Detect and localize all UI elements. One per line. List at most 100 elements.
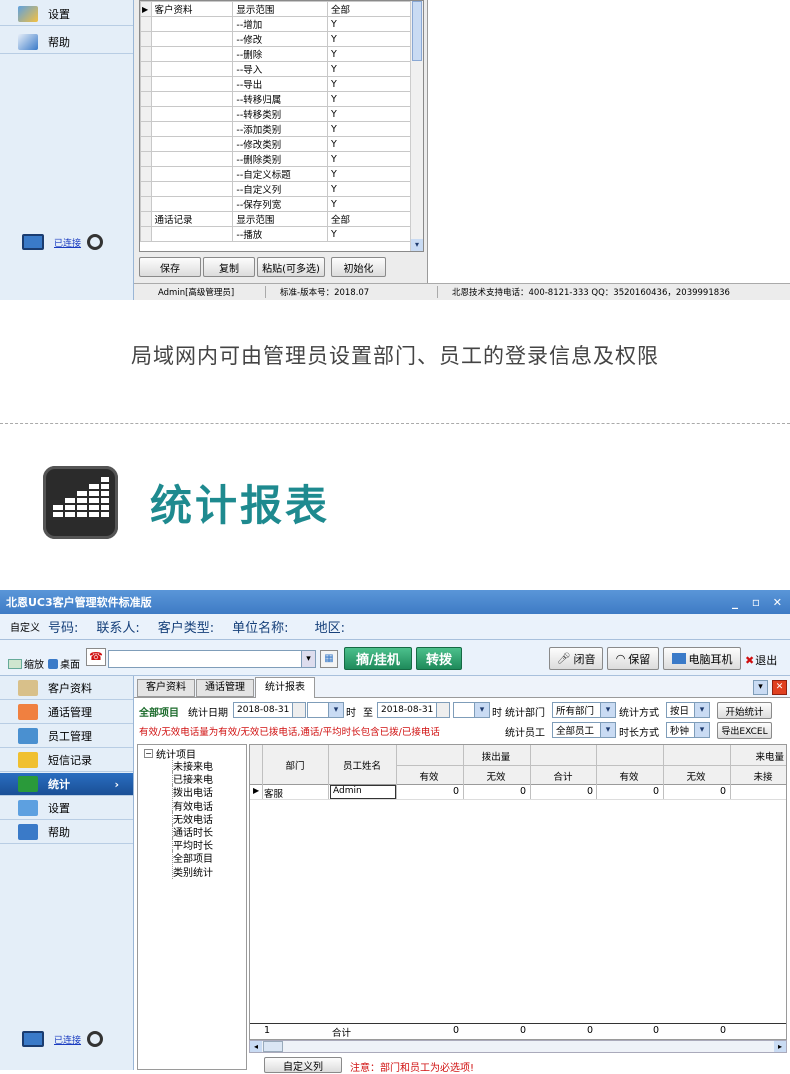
col-sub-header[interactable]: 无效: [663, 769, 729, 783]
tab-close-icon[interactable]: ✕: [772, 680, 787, 695]
sidebar-item-5[interactable]: 设置: [0, 797, 133, 820]
custom-column-button[interactable]: 自定义列: [264, 1057, 342, 1073]
field-phone[interactable]: 号码:: [48, 617, 78, 636]
grid-row[interactable]: 通话记录 显示范围 全部: [140, 211, 413, 227]
hour-to-select[interactable]: [453, 702, 490, 718]
staff-select[interactable]: 全部员工: [552, 722, 616, 738]
collapse-icon[interactable]: −: [144, 749, 153, 758]
col-sub-header[interactable]: 有效: [396, 769, 462, 783]
scroll-right-arrow[interactable]: ▸: [774, 1041, 786, 1052]
dept-select[interactable]: 所有部门: [552, 702, 616, 718]
grid-row[interactable]: --转移归属 Y: [140, 91, 413, 107]
grid-row[interactable]: --增加 Y: [140, 16, 413, 32]
date-from-picker[interactable]: [292, 702, 306, 718]
grid-cell-perm: 显示范围: [232, 211, 328, 227]
grid-row[interactable]: --保存列宽 Y: [140, 196, 413, 212]
start-stat-button[interactable]: 开始统计: [717, 702, 772, 719]
grid-row[interactable]: --修改 Y: [140, 31, 413, 47]
export-excel-button[interactable]: 导出EXCEL: [717, 722, 772, 739]
sidebar-label: 帮助: [48, 826, 70, 839]
col-sub-header[interactable]: 合计: [530, 769, 596, 783]
top-sidebar-item-settings[interactable]: 设置: [0, 3, 133, 26]
hangup-button[interactable]: 摘/挂机: [344, 647, 412, 670]
date-from-input[interactable]: 2018-08-31: [233, 702, 293, 718]
hour-from-select[interactable]: [307, 702, 344, 718]
copy-button[interactable]: 复制: [203, 257, 255, 277]
grid-cell-marker: [140, 46, 152, 62]
sidebar-item-0[interactable]: 客户资料: [0, 677, 133, 700]
field-company[interactable]: 单位名称:: [232, 617, 288, 636]
col-name[interactable]: 员工姓名: [328, 758, 396, 772]
col-dept[interactable]: 部门: [262, 758, 328, 772]
sidebar-item-1[interactable]: 通话管理: [0, 701, 133, 724]
tab-calls[interactable]: 通话管理: [196, 679, 254, 697]
grid-row[interactable]: --自定义标题 Y: [140, 166, 413, 182]
sidebar-item-4[interactable]: 统计 ›: [0, 773, 133, 796]
field-customer-type[interactable]: 客户类型:: [158, 617, 214, 636]
sidebar-label: 员工管理: [48, 730, 92, 743]
scroll-left-arrow[interactable]: ◂: [250, 1041, 262, 1052]
hold-button[interactable]: ◠ 保留: [607, 647, 659, 670]
grid-scrollbar[interactable]: ▾: [410, 1, 423, 251]
sidebar-item-6[interactable]: 帮助: [0, 821, 133, 844]
maximize-button[interactable]: ▫: [752, 595, 760, 609]
sidebar-item-3[interactable]: 短信记录: [0, 749, 133, 772]
grid-cell-perm: --保存列宽: [232, 196, 328, 212]
col-sub-header[interactable]: 有效: [596, 769, 662, 783]
close-button[interactable]: ✕: [773, 596, 782, 609]
grid-row[interactable]: --自定义列 Y: [140, 181, 413, 197]
grid-row[interactable]: --播放 Y: [140, 226, 413, 242]
save-button[interactable]: 保存: [139, 257, 201, 277]
horizontal-scrollbar[interactable]: ◂ ▸: [249, 1040, 787, 1053]
dial-phone-icon[interactable]: ☎: [86, 648, 106, 666]
tab-customer[interactable]: 客户资料: [137, 679, 195, 697]
mode-select[interactable]: 按日: [666, 702, 710, 718]
init-button[interactable]: 初始化: [331, 257, 386, 277]
section-title: 统计报表: [150, 481, 331, 530]
field-contact[interactable]: 联系人:: [96, 617, 139, 636]
col-sub-header[interactable]: 未接: [730, 769, 786, 783]
monitor-icon: [22, 1031, 44, 1047]
staff-label: 统计员工: [505, 728, 545, 739]
row-dept: 客服: [264, 789, 284, 800]
grid-cell-marker: [140, 61, 152, 77]
scroll-thumb[interactable]: [412, 1, 422, 61]
duration-select[interactable]: 秒钟: [666, 722, 710, 738]
scroll-down-arrow[interactable]: ▾: [411, 239, 423, 251]
connection-status: 已连接: [54, 1035, 82, 1046]
minimize-button[interactable]: _: [732, 595, 738, 609]
transfer-button[interactable]: 转拨: [416, 647, 462, 670]
custom-label[interactable]: 自定义: [10, 619, 40, 634]
date-to-picker[interactable]: [436, 702, 450, 718]
table-row[interactable]: ▶ 客服 Admin 0 0 0 0 0: [250, 785, 786, 800]
mute-button[interactable]: 🎤︎ 闭音: [549, 647, 603, 670]
shrink-toggle[interactable]: 缩放 桌面: [8, 656, 80, 671]
tab-dropdown-icon[interactable]: ▾: [753, 680, 768, 695]
grid-row[interactable]: --导出 Y: [140, 76, 413, 92]
sidebar-item-2[interactable]: 员工管理: [0, 725, 133, 748]
dotted-divider: [0, 423, 790, 424]
grid-row[interactable]: --导入 Y: [140, 61, 413, 77]
col-sub-header[interactable]: 无效: [463, 769, 529, 783]
top-sidebar-item-help[interactable]: 帮助: [0, 31, 133, 54]
date-to-input[interactable]: 2018-08-31: [377, 702, 437, 718]
grid-row[interactable]: --转移类别 Y: [140, 106, 413, 122]
tab-report[interactable]: 统计报表: [255, 677, 315, 698]
grid-row[interactable]: --删除 Y: [140, 46, 413, 62]
exit-button[interactable]: ✖ 退出: [745, 652, 777, 668]
chevron-down-icon[interactable]: ▾: [301, 651, 315, 667]
field-region[interactable]: 地区:: [315, 617, 345, 636]
grid-row[interactable]: --修改类别 Y: [140, 136, 413, 152]
mute-label: 闭音: [573, 652, 596, 666]
paste-button[interactable]: 粘贴(可多选): [257, 257, 325, 277]
grid-row[interactable]: --删除类别 Y: [140, 151, 413, 167]
grid-row[interactable]: --添加类别 Y: [140, 121, 413, 137]
pc-headset-button[interactable]: 电脑耳机: [663, 647, 741, 670]
scroll-thumb[interactable]: [263, 1041, 283, 1052]
grid-cell-marker: ▶: [140, 1, 152, 17]
dial-number-input[interactable]: ▾: [108, 650, 316, 668]
connection: 已连接: [22, 1031, 104, 1047]
grid-row[interactable]: ▶ 客户资料 显示范围 全部: [140, 1, 413, 17]
tree-item[interactable]: 类别统计: [172, 863, 213, 879]
keypad-icon[interactable]: ▦: [320, 650, 338, 668]
